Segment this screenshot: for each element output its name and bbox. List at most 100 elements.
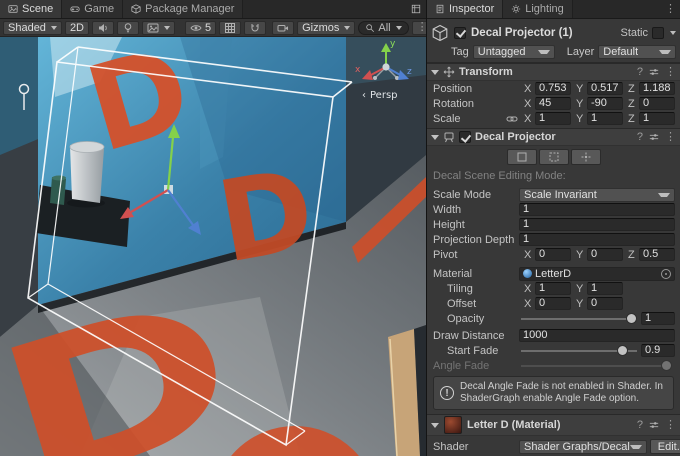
start-fade-slider[interactable]	[521, 344, 637, 357]
opacity-field[interactable]: 1	[641, 312, 675, 325]
menu-icon[interactable]: ⋮	[665, 420, 676, 431]
scene-visibility-toggle[interactable]: 5	[185, 21, 216, 35]
position-z-field[interactable]: 1.188	[639, 82, 675, 95]
crop-button[interactable]	[539, 149, 569, 165]
draw-mode-dropdown[interactable]: Shaded	[3, 21, 62, 35]
scale-mode-dropdown[interactable]: Scale Invariant	[519, 188, 675, 202]
transform-foldout[interactable]	[431, 70, 439, 75]
start-fade-slider-knob[interactable]	[618, 346, 627, 355]
help-icon[interactable]: ?	[637, 420, 643, 431]
snap-toggle[interactable]	[244, 21, 266, 35]
opacity-slider-knob[interactable]	[627, 314, 636, 323]
magnet-icon	[249, 22, 261, 34]
help-icon[interactable]: ?	[637, 67, 643, 78]
scale-z-field[interactable]: 1	[639, 112, 675, 125]
chevron-down-icon	[396, 26, 402, 30]
pivot-y-field[interactable]: 0	[587, 248, 623, 261]
height-field[interactable]: 1	[519, 218, 675, 231]
scene-search-input[interactable]: All	[358, 21, 408, 35]
rotation-z-field[interactable]: 0	[639, 97, 675, 110]
presets-icon[interactable]	[649, 67, 659, 77]
projection-depth-field[interactable]: 1	[519, 233, 675, 246]
scene-viewport[interactable]: D D D	[0, 37, 426, 456]
rotation-y-field[interactable]: -90	[587, 97, 623, 110]
presets-icon[interactable]	[649, 420, 659, 430]
scale-link-icon[interactable]	[505, 114, 519, 124]
opacity-row: Opacity 1	[427, 311, 680, 326]
help-icon[interactable]: ?	[637, 132, 643, 143]
tab-label: Game	[84, 3, 114, 15]
lightbulb-icon	[122, 22, 134, 34]
audio-toggle[interactable]	[92, 21, 114, 35]
draw-distance-field[interactable]: 1000	[519, 329, 675, 342]
2d-toggle[interactable]: 2D	[65, 21, 89, 35]
material-foldout[interactable]	[431, 423, 439, 428]
unity-editor-window: Scene Game Package Manager Shaded 2D	[0, 0, 680, 456]
material-name: LetterD	[535, 268, 571, 280]
decal-edit-mode-buttons	[427, 146, 680, 168]
static-checkbox[interactable]	[652, 27, 664, 39]
start-fade-field[interactable]: 0.9	[641, 344, 675, 357]
opacity-slider[interactable]	[521, 312, 637, 325]
transform-header: Transform ? ⋮	[427, 63, 680, 81]
tag-dropdown[interactable]: Untagged	[473, 45, 555, 59]
start-fade-row: Start Fade 0.9	[427, 343, 680, 358]
tab-game[interactable]: Game	[62, 0, 123, 18]
scene-tabbar: Scene Game Package Manager	[0, 0, 426, 19]
search-icon	[365, 23, 375, 33]
width-field[interactable]: 1	[519, 203, 675, 216]
position-y-field[interactable]: 0.517	[587, 82, 623, 95]
offset-y-field[interactable]: 0	[587, 297, 623, 310]
inspector-tab-icon	[435, 4, 445, 14]
transform-title: Transform	[459, 66, 513, 78]
tab-lighting[interactable]: Lighting	[503, 0, 573, 18]
decal-projector-icon	[443, 131, 455, 143]
decal-foldout[interactable]	[431, 135, 439, 140]
scene-tab-icon	[8, 4, 18, 14]
tab-inspector[interactable]: Inspector	[427, 0, 503, 18]
camera-settings-button[interactable]	[272, 21, 294, 35]
layer-dropdown[interactable]: Default	[598, 45, 676, 59]
active-checkbox[interactable]	[454, 27, 466, 39]
offset-x-field[interactable]: 0	[535, 297, 571, 310]
edit-pivot-button[interactable]	[571, 149, 601, 165]
edit-pivot-icon	[580, 151, 592, 163]
tiling-x-field[interactable]: 1	[535, 282, 571, 295]
material-section-header: Letter D (Material) ? ⋮	[427, 414, 680, 436]
inspector-menu-button[interactable]: ⋮	[660, 0, 680, 18]
persp-chevron-icon: ‹	[362, 90, 366, 101]
object-picker-icon[interactable]	[661, 269, 671, 279]
game-tab-icon	[70, 4, 80, 14]
rotation-x-field[interactable]: 45	[535, 97, 571, 110]
presets-icon[interactable]	[649, 132, 659, 142]
shader-dropdown[interactable]: Shader Graphs/Decal	[519, 440, 647, 454]
edit-scale-button[interactable]	[507, 149, 537, 165]
gameobject-header: Decal Projector (1) Static Tag Untagged …	[427, 19, 680, 63]
pivot-x-field[interactable]: 0	[535, 248, 571, 261]
lighting-toggle[interactable]	[117, 21, 139, 35]
static-dropdown-caret[interactable]	[670, 31, 676, 35]
tab-scene[interactable]: Scene	[0, 0, 62, 18]
position-row: Position X0.753 Y0.517 Z1.188	[427, 81, 680, 96]
effects-dropdown[interactable]	[142, 21, 175, 35]
pivot-z-field[interactable]: 0.5	[639, 248, 675, 261]
tabbar-layout-button[interactable]	[406, 0, 426, 18]
gizmos-dropdown[interactable]: Gizmos	[297, 21, 355, 35]
search-value: All	[378, 22, 390, 34]
speaker-icon	[97, 22, 109, 34]
material-preview-thumbnail[interactable]	[444, 416, 462, 434]
tiling-y-field[interactable]: 1	[587, 282, 623, 295]
decal-enabled-checkbox[interactable]	[459, 131, 471, 143]
package-tab-icon	[131, 4, 141, 14]
lighting-tab-icon	[511, 4, 521, 14]
position-x-field[interactable]: 0.753	[535, 82, 571, 95]
shader-edit-button[interactable]: Edit...	[650, 439, 680, 454]
tab-package-manager[interactable]: Package Manager	[123, 0, 243, 18]
menu-icon[interactable]: ⋮	[665, 132, 676, 143]
material-object-field[interactable]: LetterD	[519, 267, 675, 281]
menu-icon[interactable]: ⋮	[665, 67, 676, 78]
scale-x-field[interactable]: 1	[535, 112, 571, 125]
scale-y-field[interactable]: 1	[587, 112, 623, 125]
grid-toggle[interactable]	[219, 21, 241, 35]
warning-icon: !	[440, 386, 454, 400]
